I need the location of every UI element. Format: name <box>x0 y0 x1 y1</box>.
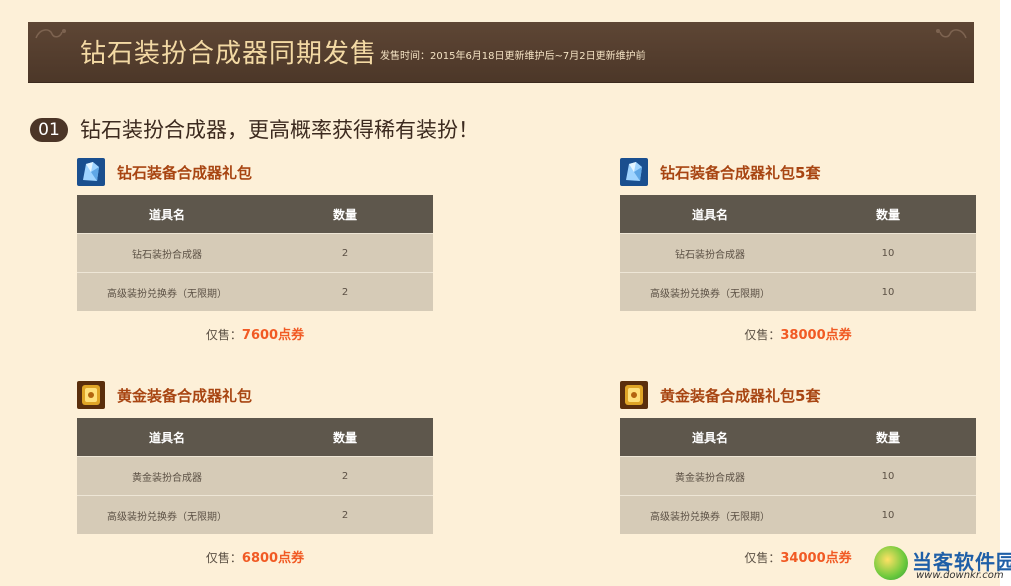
item-name-cell: 高级装扮兑换券（无限期） <box>77 495 257 534</box>
gold-synthesizer-icon <box>620 381 648 409</box>
flourish-left-icon <box>35 29 66 39</box>
table-header-row: 道具名 数量 <box>620 195 976 234</box>
pack-name: 钻石装备合成器礼包5套 <box>660 164 821 182</box>
table-header-row: 道具名 数量 <box>77 418 433 457</box>
item-qty-cell: 2 <box>257 495 433 534</box>
items-table: 道具名 数量 黄金装扮合成器 10 高级装扮兑换券（无限期） 10 <box>620 418 976 534</box>
price-line: 仅售：38000点券 <box>620 324 976 343</box>
flourish-right-icon <box>936 29 967 39</box>
table-row: 高级装扮兑换券（无限期） 2 <box>77 495 433 534</box>
table-row: 高级装扮兑换券（无限期） 10 <box>620 495 976 534</box>
item-qty-cell: 10 <box>800 495 976 534</box>
diamond-synthesizer-icon <box>620 158 648 186</box>
sale-time: 发售时间：2015年6月18日更新维护后~7月2日更新维护前 <box>380 51 646 62</box>
logo-icon <box>874 546 908 580</box>
column-header-item: 道具名 <box>620 418 800 457</box>
banner-title: 钻石装扮合成器同期发售 <box>80 39 378 69</box>
item-name-cell: 高级装扮兑换券（无限期） <box>620 272 800 311</box>
header-banner: 钻石装扮合成器同期发售 发售时间：2015年6月18日更新维护后~7月2日更新维… <box>28 22 974 82</box>
items-table: 道具名 数量 钻石装扮合成器 10 高级装扮兑换券（无限期） 10 <box>620 195 976 311</box>
pack-name: 黄金装备合成器礼包5套 <box>660 387 821 405</box>
diamond-synthesizer-icon <box>77 158 105 186</box>
price-line: 仅售：6800点券 <box>77 547 433 566</box>
table-row: 黄金装扮合成器 2 <box>77 456 433 496</box>
column-header-qty: 数量 <box>257 195 433 234</box>
item-qty-cell: 10 <box>800 456 976 496</box>
pack-card: 钻石装备合成器礼包 道具名 数量 钻石装扮合成器 2 高级装扮兑换券（无限期） … <box>77 158 433 343</box>
column-header-qty: 数量 <box>800 195 976 234</box>
price-label: 仅售： <box>744 551 781 565</box>
watermark-url: www.downkr.com <box>916 570 1004 581</box>
item-qty-cell: 2 <box>257 272 433 311</box>
items-table: 道具名 数量 黄金装扮合成器 2 高级装扮兑换券（无限期） 2 <box>77 418 433 534</box>
column-header-item: 道具名 <box>77 418 257 457</box>
column-header-item: 道具名 <box>620 195 800 234</box>
item-name-cell: 黄金装扮合成器 <box>77 456 257 496</box>
watermark-logo: 当客软件园 www.downkr.com <box>872 540 1011 586</box>
price-label: 仅售： <box>205 551 242 565</box>
gold-synthesizer-icon <box>77 381 105 409</box>
table-header-row: 道具名 数量 <box>620 418 976 457</box>
column-header-qty: 数量 <box>257 418 433 457</box>
section-number-badge: 01 <box>30 118 68 142</box>
price-amount: 6800点券 <box>241 551 305 566</box>
pack-name: 黄金装备合成器礼包 <box>117 387 253 405</box>
table-row: 高级装扮兑换券（无限期） 10 <box>620 272 976 311</box>
price-amount: 34000点券 <box>780 551 852 566</box>
page: 钻石装扮合成器同期发售 发售时间：2015年6月18日更新维护后~7月2日更新维… <box>0 0 1000 586</box>
table-row: 高级装扮兑换券（无限期） 2 <box>77 272 433 311</box>
item-qty-cell: 10 <box>800 233 976 273</box>
items-table: 道具名 数量 钻石装扮合成器 2 高级装扮兑换券（无限期） 2 <box>77 195 433 311</box>
price-amount: 38000点券 <box>780 328 852 343</box>
item-name-cell: 钻石装扮合成器 <box>77 233 257 273</box>
pack-card: 钻石装备合成器礼包5套 道具名 数量 钻石装扮合成器 10 高级装扮兑换券（无限… <box>620 158 976 343</box>
price-line: 仅售：7600点券 <box>77 324 433 343</box>
table-row: 黄金装扮合成器 10 <box>620 456 976 496</box>
price-amount: 7600点券 <box>241 328 305 343</box>
item-qty-cell: 2 <box>257 233 433 273</box>
pack-card: 黄金装备合成器礼包5套 道具名 数量 黄金装扮合成器 10 高级装扮兑换券（无限… <box>620 381 976 566</box>
section-title: 钻石装扮合成器，更高概率获得稀有装扮！ <box>80 118 479 142</box>
pack-card: 黄金装备合成器礼包 道具名 数量 黄金装扮合成器 2 高级装扮兑换券（无限期） … <box>77 381 433 566</box>
price-label: 仅售： <box>744 328 781 342</box>
item-name-cell: 钻石装扮合成器 <box>620 233 800 273</box>
item-name-cell: 黄金装扮合成器 <box>620 456 800 496</box>
table-row: 钻石装扮合成器 10 <box>620 233 976 273</box>
price-label: 仅售： <box>205 328 242 342</box>
table-header-row: 道具名 数量 <box>77 195 433 234</box>
pack-name: 钻石装备合成器礼包 <box>117 164 253 182</box>
column-header-item: 道具名 <box>77 195 257 234</box>
item-name-cell: 高级装扮兑换券（无限期） <box>620 495 800 534</box>
table-row: 钻石装扮合成器 2 <box>77 233 433 273</box>
item-qty-cell: 10 <box>800 272 976 311</box>
column-header-qty: 数量 <box>800 418 976 457</box>
item-qty-cell: 2 <box>257 456 433 496</box>
item-name-cell: 高级装扮兑换券（无限期） <box>77 272 257 311</box>
